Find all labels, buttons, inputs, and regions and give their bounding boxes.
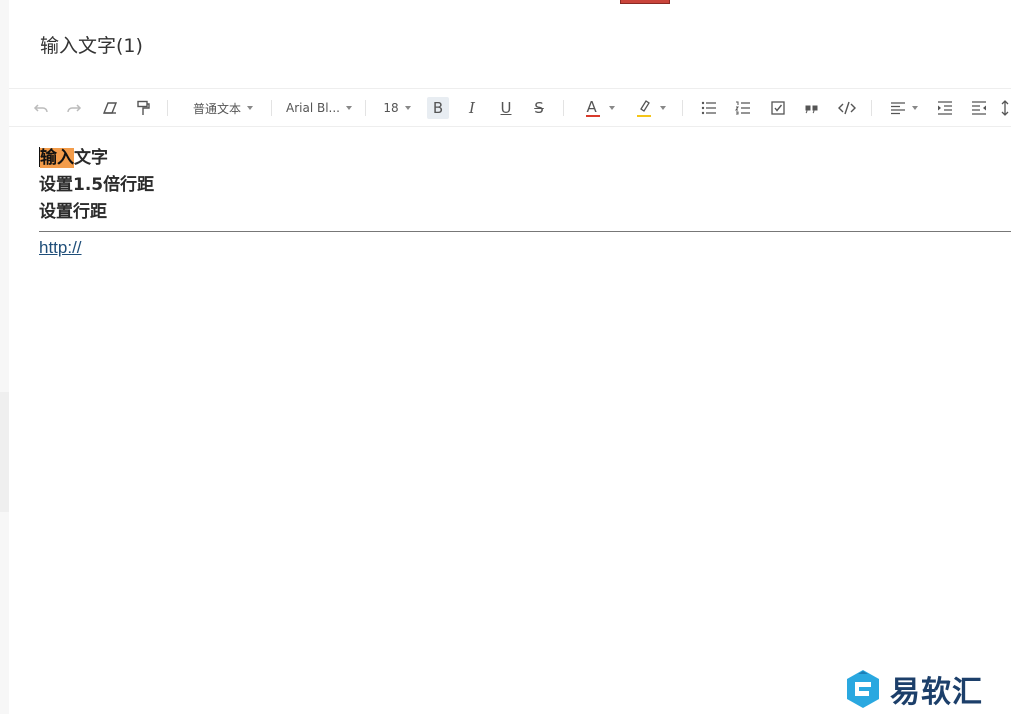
toolbar-separator — [563, 100, 564, 116]
bold-icon: B — [432, 99, 444, 117]
selected-text[interactable]: 输入 — [40, 148, 74, 168]
left-panel-edge — [0, 0, 9, 714]
quote-icon[interactable] — [801, 89, 823, 127]
chevron-down-icon — [346, 106, 352, 110]
font-family-dropdown[interactable]: Arial Bl... — [285, 89, 353, 127]
toolbar-separator — [271, 100, 272, 116]
watermark-text: 易软汇 — [890, 675, 983, 710]
font-size-value: 18 — [383, 101, 399, 115]
chevron-down-icon — [247, 106, 253, 110]
chevron-down-icon — [912, 106, 918, 110]
numbered-list-icon[interactable] — [732, 89, 754, 127]
underline-button[interactable]: U — [495, 89, 517, 127]
editor-line-2[interactable]: 设置1.5倍行距 — [39, 172, 1011, 199]
line-height-icon[interactable] — [999, 89, 1011, 127]
line-1-text: 文字 — [74, 148, 108, 168]
align-dropdown[interactable] — [885, 89, 923, 127]
chevron-down-icon — [659, 106, 666, 110]
yiruanhui-logo-icon — [847, 670, 879, 708]
strikethrough-button[interactable]: S — [528, 89, 550, 127]
left-panel-scroll-mark[interactable] — [0, 392, 9, 512]
underline-icon: U — [500, 99, 512, 117]
editor-link[interactable]: http:// — [39, 238, 82, 258]
font-size-dropdown[interactable]: 18 — [379, 89, 415, 127]
clear-format-eraser-icon[interactable] — [99, 89, 121, 127]
undo-icon[interactable] — [30, 89, 52, 127]
highlight-color-button[interactable] — [631, 89, 671, 127]
chevron-down-icon — [404, 106, 411, 110]
watermark: 易软汇 — [844, 667, 983, 711]
indent-icon[interactable] — [934, 89, 956, 127]
horizontal-rule — [39, 231, 1011, 232]
toolbar-separator — [682, 100, 683, 116]
task-checkbox-icon[interactable] — [767, 89, 789, 127]
bold-button[interactable]: B — [427, 97, 449, 119]
toolbar-separator — [871, 100, 872, 116]
toolbar-separator — [365, 100, 366, 116]
editor-content[interactable]: 输入文字 设置1.5倍行距 设置行距 — [39, 145, 1011, 226]
code-icon[interactable] — [835, 89, 859, 127]
editor-toolbar: 普通文本 Arial Bl... 18 B I U S A — [9, 88, 1011, 127]
strikethrough-icon: S — [534, 99, 544, 117]
align-left-icon — [891, 102, 905, 115]
format-painter-icon[interactable] — [132, 89, 154, 127]
font-family-value: Arial Bl... — [286, 101, 340, 115]
chevron-down-icon — [608, 106, 615, 110]
editor-line-1[interactable]: 输入文字 — [39, 145, 1011, 172]
italic-button[interactable]: I — [461, 89, 483, 127]
paragraph-style-value: 普通文本 — [192, 101, 241, 116]
editor-line-3[interactable]: 设置行距 — [39, 199, 1011, 226]
top-red-tab[interactable] — [620, 0, 670, 4]
paragraph-style-dropdown[interactable]: 普通文本 — [187, 89, 259, 127]
redo-icon[interactable] — [63, 89, 85, 127]
document-title[interactable]: 输入文字(1) — [40, 31, 143, 58]
highlighter-icon — [636, 99, 651, 117]
toolbar-separator — [167, 100, 168, 116]
italic-icon: I — [469, 99, 475, 117]
font-color-button[interactable]: A — [579, 89, 621, 127]
font-color-icon: A — [585, 98, 600, 117]
outdent-icon[interactable] — [968, 89, 990, 127]
bullet-list-icon[interactable] — [698, 89, 720, 127]
